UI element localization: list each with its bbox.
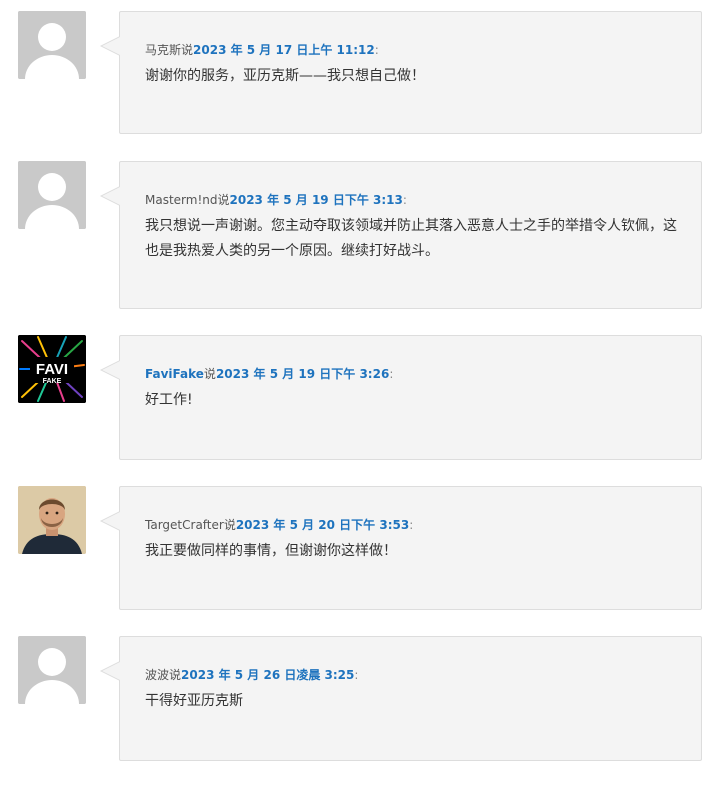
comment-bubble: TargetCrafter说2023 年 5 月 20 日下午 3:53: 我正… [100, 486, 702, 610]
comment-date-link[interactable]: 2023 年 5 月 19 日下午 3:13 [230, 193, 403, 207]
favifake-logo-icon: FAVI FAKE [18, 335, 86, 403]
comment-text: 我正要做同样的事情，但谢谢你这样做！ [145, 543, 397, 559]
comment-author-link[interactable]: FaviFake [145, 367, 204, 381]
comment-author: Masterm!nd说 [145, 193, 230, 207]
logo-text-bottom: FAKE [43, 378, 62, 385]
comment-meta: 波波说2023 年 5 月 26 日凌晨 3:25: [145, 666, 358, 683]
comment-bubble: Masterm!nd说2023 年 5 月 19 日下午 3:13: 我只想说一… [100, 161, 702, 309]
comment-text: 干得好亚历克斯 [145, 693, 243, 709]
comment-text: 好工作! [145, 392, 193, 408]
comment-meta: Masterm!nd说2023 年 5 月 19 日下午 3:13: [145, 191, 407, 208]
comment-item: FAVI FAKE FaviFake说2023 年 5 月 19 日下午 3:2… [0, 335, 714, 485]
meta-colon: : [354, 668, 359, 682]
comment-meta: 马克斯说2023 年 5 月 17 日上午 11:12: [145, 41, 379, 58]
comment-text: 谢谢你的服务，亚历克斯——我只想自己做！ [145, 68, 425, 84]
comment-author: 波波说 [145, 668, 182, 682]
meta-colon: : [389, 367, 394, 381]
comment-date-link[interactable]: 2023 年 5 月 20 日下午 3:53 [236, 518, 409, 532]
meta-colon: : [409, 518, 414, 532]
comment-meta: TargetCrafter说2023 年 5 月 20 日下午 3:53: [145, 516, 413, 533]
user-photo-icon [18, 486, 86, 554]
default-avatar-icon [18, 11, 86, 79]
comment-date-link[interactable]: 2023 年 5 月 26 日凌晨 3:25 [181, 668, 354, 682]
comment-bubble: FaviFake说2023 年 5 月 19 日下午 3:26: 好工作! [100, 335, 702, 460]
comment-item: 波波说2023 年 5 月 26 日凌晨 3:25: 干得好亚历克斯 [0, 636, 714, 786]
comment-item: TargetCrafter说2023 年 5 月 20 日下午 3:53: 我正… [0, 486, 714, 636]
comment-date-link[interactable]: 2023 年 5 月 17 日上午 11:12 [193, 43, 375, 57]
comment-item: Masterm!nd说2023 年 5 月 19 日下午 3:13: 我只想说一… [0, 161, 714, 311]
comment-item: 马克斯说2023 年 5 月 17 日上午 11:12: 谢谢你的服务，亚历克斯… [0, 11, 714, 161]
comment-author: 马克斯说 [145, 43, 194, 57]
meta-colon: : [374, 43, 379, 57]
comment-date-link[interactable]: 2023 年 5 月 19 日下午 3:26 [216, 367, 389, 381]
comment-text: 我只想说一声谢谢。您主动夺取该领域并防止其落入恶意人士之手的举措令人钦佩，这也是… [145, 218, 677, 259]
comment-author: TargetCrafter说 [145, 518, 236, 532]
default-avatar-icon [18, 161, 86, 229]
default-avatar-icon [18, 636, 86, 704]
meta-colon: : [402, 193, 407, 207]
comment-meta: FaviFake说2023 年 5 月 19 日下午 3:26: [145, 365, 393, 382]
comment-bubble: 马克斯说2023 年 5 月 17 日上午 11:12: 谢谢你的服务，亚历克斯… [100, 11, 702, 134]
logo-text-top: FAVI [36, 361, 68, 378]
comment-bubble: 波波说2023 年 5 月 26 日凌晨 3:25: 干得好亚历克斯 [100, 636, 702, 761]
comment-author-suffix: 说 [203, 367, 216, 381]
